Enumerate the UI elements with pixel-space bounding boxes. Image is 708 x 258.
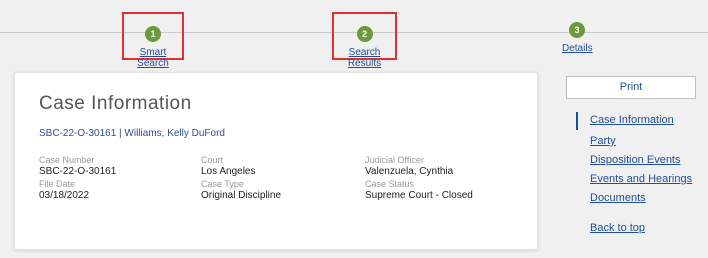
file-date-label: File Date [39, 179, 76, 189]
case-status-field: Case Status Supreme Court - Closed [365, 179, 473, 202]
step-link-search-results[interactable]: Search Results [334, 47, 395, 69]
file-date-field: File Date 03/18/2022 [39, 179, 89, 202]
nav-case-information[interactable]: Case Information [590, 114, 674, 126]
nav-party[interactable]: Party [590, 135, 616, 147]
page-title: Case Information [39, 93, 192, 114]
nav-documents[interactable]: Documents [590, 192, 646, 204]
step-number-3: 3 [569, 22, 585, 38]
case-number-value: SBC-22-O-30161 [39, 166, 117, 177]
nav-disposition-events[interactable]: Disposition Events [590, 154, 681, 166]
case-status-value: Supreme Court - Closed [365, 190, 473, 201]
step-number-1: 1 [145, 26, 161, 42]
print-button[interactable]: Print [566, 76, 696, 99]
step-smart-search[interactable]: 1 Smart Search [122, 12, 184, 69]
case-type-label: Case Type [201, 179, 244, 189]
case-status-label: Case Status [365, 179, 415, 189]
judicial-officer-value: Valenzuela, Cynthia [365, 166, 454, 177]
step-details[interactable]: 3 Details [562, 22, 593, 56]
case-type-field: Case Type Original Discipline [201, 179, 281, 202]
case-number-label: Case Number [39, 155, 95, 165]
progress-stepper: 1 Smart Search 2 Search Results 3 Detail… [0, 0, 708, 69]
case-type-value: Original Discipline [201, 190, 282, 201]
judicial-officer-label: Judicial Officer [365, 155, 424, 165]
step-search-results[interactable]: 2 Search Results [332, 12, 397, 69]
back-to-top-link[interactable]: Back to top [590, 222, 645, 234]
case-information-card: Case Information SBC-22-O-30161 | Willia… [14, 72, 538, 250]
court-value: Los Angeles [201, 166, 256, 177]
case-number-field: Case Number SBC-22-O-30161 [39, 155, 116, 178]
step-link-smart-search[interactable]: Smart Search [124, 47, 182, 69]
case-party-link[interactable]: SBC-22-O-30161 | Williams, Kelly DuFord [39, 128, 225, 139]
file-date-value: 03/18/2022 [39, 190, 90, 201]
step-link-details[interactable]: Details [562, 43, 593, 54]
judicial-officer-field: Judicial Officer Valenzuela, Cynthia [365, 155, 453, 178]
active-nav-indicator [576, 112, 578, 130]
court-label: Court [201, 155, 224, 165]
court-field: Court Los Angeles [201, 155, 256, 178]
page-sidebar: Print Case Information Party Disposition… [566, 76, 708, 256]
step-number-2: 2 [356, 26, 373, 42]
nav-events-and-hearings[interactable]: Events and Hearings [590, 173, 692, 185]
